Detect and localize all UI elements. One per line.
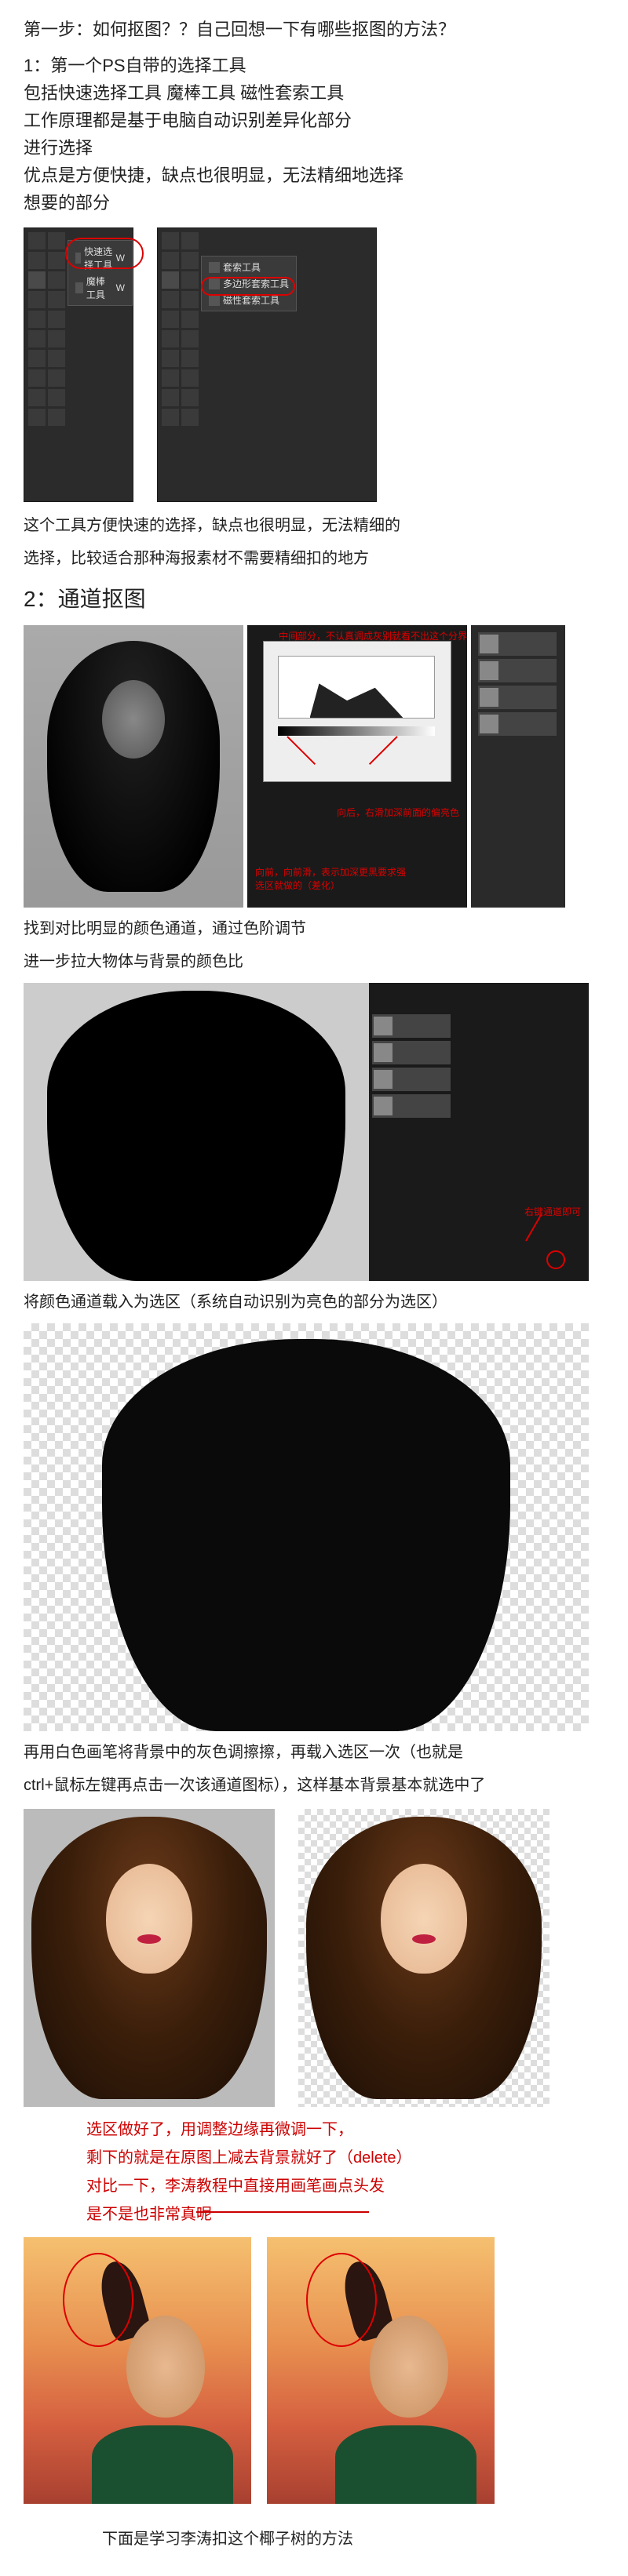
levels-panel: 中间部分，不认真调成灰别就看不出这个分界点 向后，右滑加深前面的偏亮色 向前，向… [247,625,467,908]
red-highlight [201,277,295,296]
flyout-key: W [116,282,125,293]
compare-caption: 对比一下，李涛教程中直接用画笔画点头发 [86,2175,604,2197]
footer-text: 下面是学习李涛扣这个椰子树的方法 [102,2527,604,2551]
caption-text: 进一步拉大物体与背景的颜色比 [24,950,604,973]
red-highlight [546,1250,565,1269]
silhouette-canvas [24,983,369,1281]
method1-line: 想要的部分 [24,190,604,216]
wand-icon [75,282,83,293]
portrait-original [24,1809,275,2107]
ps-toolbar-quickselect: 快速选择工具 W 魔棒工具 W [24,227,133,502]
final-caption: 剩下的就是在原图上减去背景就好了（delete） [86,2147,604,2169]
sunset-portrait-left [24,2237,251,2504]
method1-title: 1：第一个PS自带的选择工具 [24,53,604,78]
method1-line: 工作原理都是基于电脑自动识别差异化部分 [24,107,604,133]
histogram [278,656,435,719]
annotation-text: 右键通道即可 [524,1205,581,1218]
silhouette-screenshot: 右键通道即可 [24,983,604,1281]
color-portrait-comparison [24,1809,604,2107]
red-arrow [369,736,398,765]
step-title: 第一步：如何抠图？？自己回想一下有哪些抠图的方法？ [24,16,604,41]
red-highlight [63,2253,133,2347]
summary-text: 选择，比较适合那种海报素材不需要精细扣的地方 [24,547,604,570]
red-underline [196,2211,369,2213]
compare-caption: 是不是也非常真呢 [86,2203,604,2225]
magnetic-lasso-icon [209,295,220,306]
flyout-label: 魔棒工具 [86,275,113,301]
sunset-comparison [24,2237,604,2504]
annotation-text: 向前，向前滑，表示加深更黑要求强选区就做的（差化） [255,865,412,892]
method1-line: 进行选择 [24,135,604,161]
sunset-portrait-right [267,2237,495,2504]
lasso-icon [209,262,220,273]
portrait-bw [24,625,243,908]
levels-slider [278,726,435,736]
final-caption: 选区做好了，用调整边缘再微调一下， [86,2119,604,2141]
silhouette-transparent [24,1323,589,1731]
method1-line: 包括快速选择工具 魔棒工具 磁性套索工具 [24,80,604,106]
caption-text: 找到对比明显的颜色通道，通过色阶调节 [24,917,604,941]
caption-text: 将颜色通道载入为选区（系统自动识别为亮色的部分为选区） [24,1290,604,1314]
annotation-text: 向后，右滑加深前面的偏亮色 [337,806,459,819]
flyout-label: 套索工具 [223,260,261,274]
ps-side-panels: 右键通道即可 [369,983,589,1281]
method1-line: 优点是方便快捷，缺点也很明显，无法精细地选择 [24,162,604,188]
red-highlight [306,2253,377,2347]
red-highlight [65,238,144,269]
red-arrow [287,736,316,765]
caption-text: 再用白色画笔将背景中的灰色调擦擦，再载入选区一次（也就是 [24,1741,604,1764]
toolbar-screenshots: 快速选择工具 W 魔棒工具 W 套索工具 多边形套索工具 磁性套 [24,227,604,502]
caption-text: ctrl+鼠标左键再点击一次该通道图标），这样基本背景基本就选中了 [24,1774,604,1797]
levels-dialog [263,641,451,782]
section2-title: 2：通道抠图 [24,582,604,613]
ps-toolbar-lasso: 套索工具 多边形套索工具 磁性套索工具 [157,227,377,502]
portrait-extracted [298,1809,550,2107]
summary-text: 这个工具方便快速的选择，缺点也很明显，无法精细的 [24,514,604,537]
ps-channels-panel [471,625,565,908]
channel-levels-screenshot: 中间部分，不认真调成灰别就看不出这个分界点 向后，右滑加深前面的偏亮色 向前，向… [24,625,604,908]
